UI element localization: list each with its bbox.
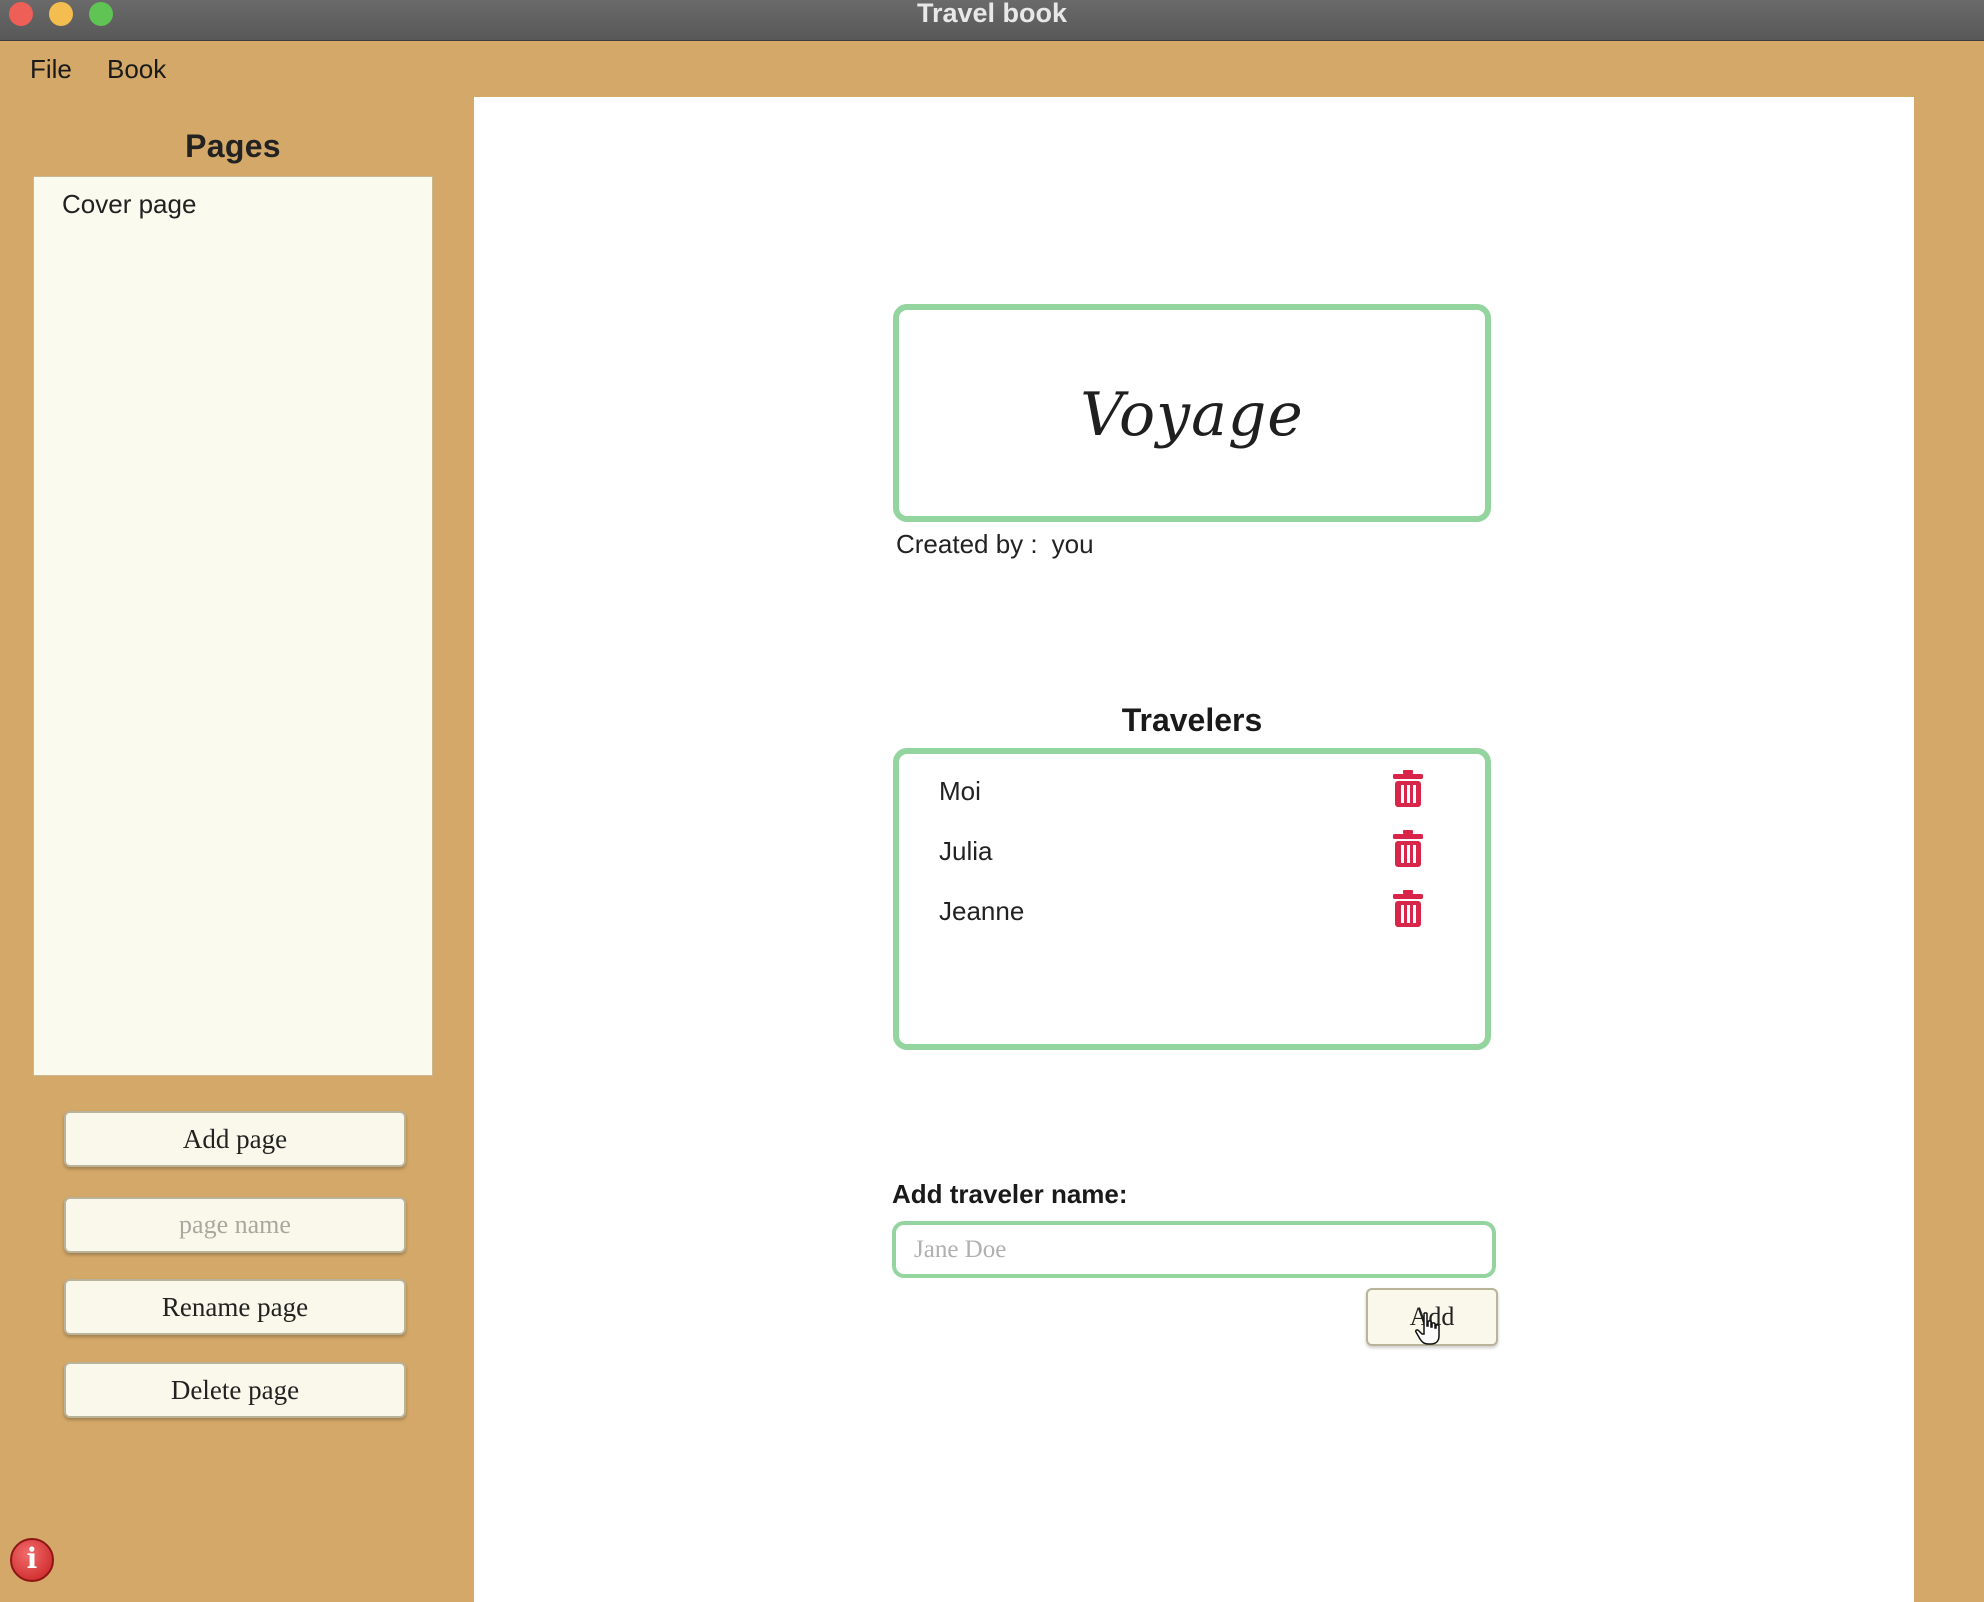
add-page-button[interactable]: Add page (64, 1111, 406, 1167)
traveler-row: Moi (899, 764, 1485, 814)
info-icon[interactable]: i (10, 1538, 54, 1582)
hand-cursor-icon (1415, 1312, 1440, 1345)
trash-icon[interactable] (1392, 890, 1424, 928)
add-traveler-label: Add traveler name: (892, 1179, 1128, 1209)
trash-icon[interactable] (1392, 830, 1424, 868)
window-title: Travel book (916, 0, 1068, 28)
menu-file[interactable]: File (30, 54, 72, 85)
created-by-value: you (1051, 529, 1094, 559)
menubar (0, 40, 1984, 96)
traveler-name: Moi (939, 776, 981, 806)
page-list-item[interactable]: Cover page (62, 189, 196, 220)
book-title-box[interactable]: Voyage (893, 304, 1491, 522)
book-title: Voyage (1080, 380, 1304, 450)
created-by-label: Created by : (896, 529, 1038, 559)
pages-heading: Pages (185, 128, 281, 164)
traveler-name: Julia (939, 836, 993, 866)
travelers-list: Moi Julia Jeanne (893, 748, 1491, 1050)
trash-icon[interactable] (1392, 770, 1424, 808)
traveler-row: Jeanne (899, 884, 1485, 934)
travelers-heading: Travelers (1121, 702, 1263, 738)
menu-book[interactable]: Book (107, 54, 166, 85)
page-name-input[interactable] (64, 1197, 406, 1253)
traveler-row: Julia (899, 824, 1485, 874)
pages-list[interactable]: Cover page (33, 176, 433, 1076)
rename-page-button[interactable]: Rename page (64, 1279, 406, 1335)
traveler-name: Jeanne (939, 896, 1025, 926)
traveler-name-input[interactable] (892, 1221, 1496, 1278)
delete-page-button[interactable]: Delete page (64, 1362, 406, 1418)
created-by-row: Created by : you (896, 529, 1094, 560)
window-titlebar: Travel book (0, 0, 1984, 41)
